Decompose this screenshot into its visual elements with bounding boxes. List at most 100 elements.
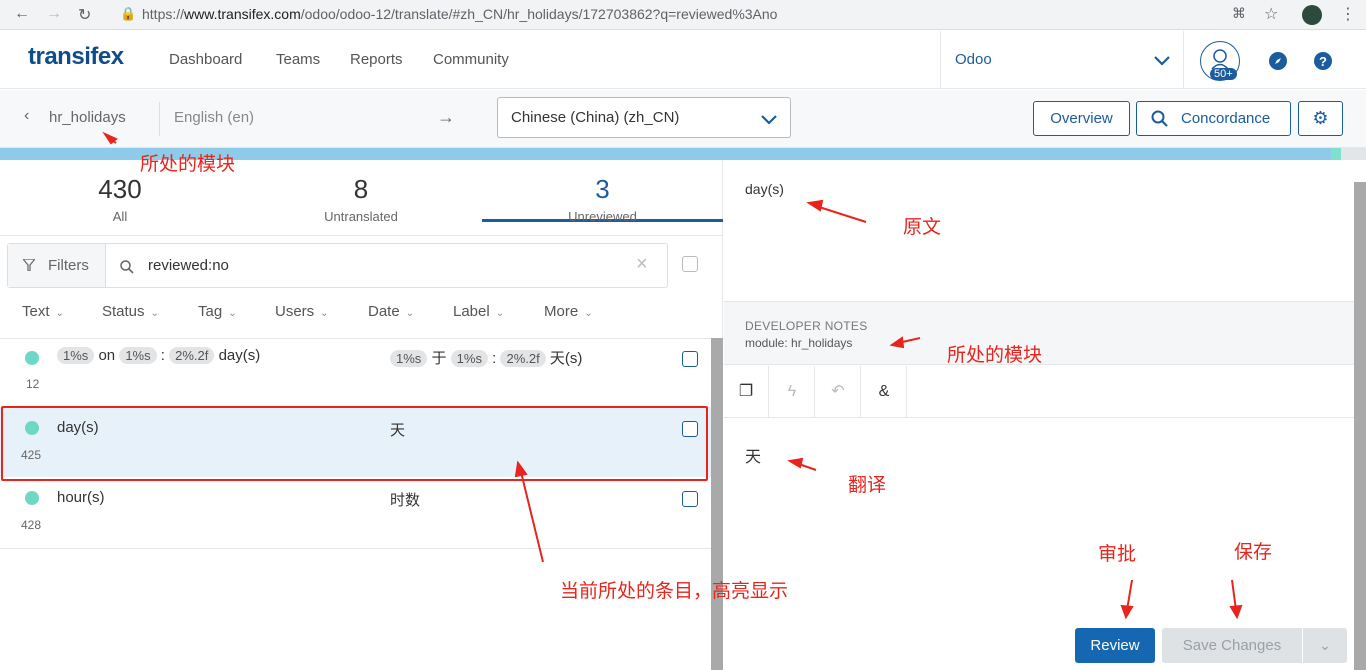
stat-unreviewed-count: 3 (595, 174, 610, 204)
organization-name: Odoo (955, 51, 992, 68)
notification-badge: 50+ (1210, 68, 1237, 80)
concordance-button[interactable]: Concordance (1136, 101, 1291, 136)
translation-editor[interactable]: 天 (745, 443, 761, 467)
table-row[interactable]: 1%s on 1%s : 2%.2f day(s) 1%s 于 1%s : 2%… (0, 339, 711, 407)
source-language: English (en) (174, 109, 255, 126)
target-language-select[interactable]: Chinese (China) (zh_CN) (497, 97, 791, 138)
stat-all[interactable]: 430 All (0, 174, 240, 224)
column-more[interactable]: More ⌄ (544, 303, 593, 320)
save-changes-button[interactable]: Save Changes (1162, 628, 1302, 663)
compass-icon[interactable] (1268, 51, 1288, 71)
developer-notes-body: module: hr_holidays (745, 336, 853, 350)
funnel-icon (23, 259, 35, 271)
string-id: 428 (21, 518, 42, 532)
resource-bar: ‹ hr_holidays English (en) → Chinese (Ch… (0, 90, 1366, 148)
select-all-checkbox[interactable] (682, 256, 698, 272)
stat-all-count: 430 (98, 174, 142, 204)
filters-label: Filters (48, 257, 89, 274)
source-string: day(s) (745, 181, 784, 197)
row-checkbox[interactable] (682, 351, 698, 367)
filter-bar: Filters reviewed:no × (7, 243, 668, 288)
column-label[interactable]: Label ⌄ (453, 303, 504, 320)
bolt-icon[interactable]: ϟ (770, 366, 815, 418)
translation-text: 时数 (390, 492, 421, 509)
scrollbar[interactable] (1354, 182, 1366, 670)
divider (159, 102, 160, 136)
annotation-translation: 翻译 (848, 475, 887, 496)
concordance-label: Concordance (1181, 110, 1271, 127)
translation-text: 1%s 于 1%s : 2%.2f 天(s) (390, 347, 582, 368)
resource-name[interactable]: hr_holidays (49, 109, 126, 126)
back-icon[interactable]: ← (14, 5, 30, 23)
stat-untranslated-label: Untranslated (324, 209, 398, 224)
progress-bar-remaining (1341, 148, 1366, 160)
string-id: 12 (26, 377, 40, 391)
stat-unreviewed[interactable]: 3 Unreviewed (482, 160, 723, 224)
review-button[interactable]: Review (1075, 628, 1155, 663)
lock-icon: 🔒 (120, 6, 137, 21)
nav-community[interactable]: Community (433, 51, 509, 68)
overview-button[interactable]: Overview (1033, 101, 1130, 136)
annotation-module: 所处的模块 (947, 345, 1043, 366)
annotation-module: 所处的模块 (140, 154, 236, 175)
stat-unreviewed-label: Unreviewed (568, 209, 637, 224)
chevron-down-icon (1154, 56, 1170, 66)
nav-teams[interactable]: Teams (276, 51, 320, 68)
source-text: hour(s) (57, 489, 105, 506)
user-icon (1211, 49, 1229, 70)
stat-untranslated-count: 8 (353, 174, 369, 204)
row-checkbox[interactable] (682, 491, 698, 507)
column-status[interactable]: Status ⌄ (102, 303, 159, 320)
column-users[interactable]: Users ⌄ (275, 303, 329, 320)
top-nav: transifex Dashboard Teams Reports Commun… (0, 31, 1366, 89)
back-chevron-icon[interactable]: ‹ (24, 107, 29, 125)
annotation-original: 原文 (903, 217, 942, 238)
address-bar[interactable]: https://www.transifex.com/odoo/odoo-12/t… (142, 6, 777, 22)
logo[interactable]: transifex (28, 43, 124, 71)
scrollbar[interactable] (711, 338, 723, 670)
browser-bar: ← → ↻ 🔒 https://www.transifex.com/odoo/o… (0, 0, 1366, 30)
editor-toolbar: ❐ ϟ ↶ & (724, 366, 1354, 418)
annotation-approve: 审批 (1098, 544, 1137, 565)
search-icon (120, 260, 134, 274)
clear-icon[interactable]: × (636, 253, 648, 276)
profile-avatar[interactable] (1302, 5, 1322, 25)
menu-icon[interactable]: ⋮ (1340, 4, 1356, 24)
save-options-button[interactable]: ⌄ (1303, 628, 1347, 663)
annotation-save: 保存 (1234, 542, 1273, 563)
gear-icon: ⚙ (1312, 108, 1329, 128)
column-text[interactable]: Text ⌄ (22, 303, 64, 320)
search-input[interactable]: reviewed:no (148, 257, 229, 274)
chevron-down-icon (761, 115, 777, 125)
search-icon (1151, 110, 1168, 127)
developer-notes-title: DEVELOPER NOTES (745, 319, 868, 333)
settings-button[interactable]: ⚙ (1298, 101, 1343, 136)
annotation-current-entry: 当前所处的条目，高亮显示 (560, 581, 789, 602)
stat-all-label: All (112, 209, 128, 224)
user-avatar[interactable]: 50+ (1200, 41, 1240, 81)
table-row[interactable]: hour(s) 时数 428 (0, 481, 711, 549)
reload-icon[interactable]: ↻ (78, 5, 91, 25)
divider (0, 235, 723, 236)
undo-icon[interactable]: ↶ (816, 366, 861, 418)
ampersand-icon[interactable]: & (862, 366, 907, 418)
forward-icon[interactable]: → (46, 5, 62, 23)
status-dot (25, 351, 39, 365)
column-tag[interactable]: Tag ⌄ (198, 303, 237, 320)
nav-reports[interactable]: Reports (350, 51, 403, 68)
source-text: 1%s on 1%s : 2%.2f day(s) (57, 347, 260, 364)
star-icon[interactable]: ☆ (1264, 4, 1278, 24)
arrow-right-icon: → (437, 107, 455, 127)
translate-icon[interactable]: ⌘ (1232, 5, 1246, 22)
nav-dashboard[interactable]: Dashboard (169, 51, 242, 68)
progress-bar-reviewed (1331, 148, 1341, 160)
column-date[interactable]: Date ⌄ (368, 303, 414, 320)
target-language-value: Chinese (China) (zh_CN) (511, 109, 680, 126)
editor-panel: day(s) DEVELOPER NOTES module: hr_holida… (724, 160, 1366, 670)
help-icon[interactable]: ? (1313, 51, 1333, 71)
svg-text:?: ? (1319, 54, 1327, 69)
copy-source-icon[interactable]: ❐ (724, 366, 769, 418)
stat-untranslated[interactable]: 8 Untranslated (241, 174, 481, 224)
filters-button[interactable]: Filters (8, 244, 106, 287)
organization-selector[interactable]: Odoo (940, 31, 1184, 89)
